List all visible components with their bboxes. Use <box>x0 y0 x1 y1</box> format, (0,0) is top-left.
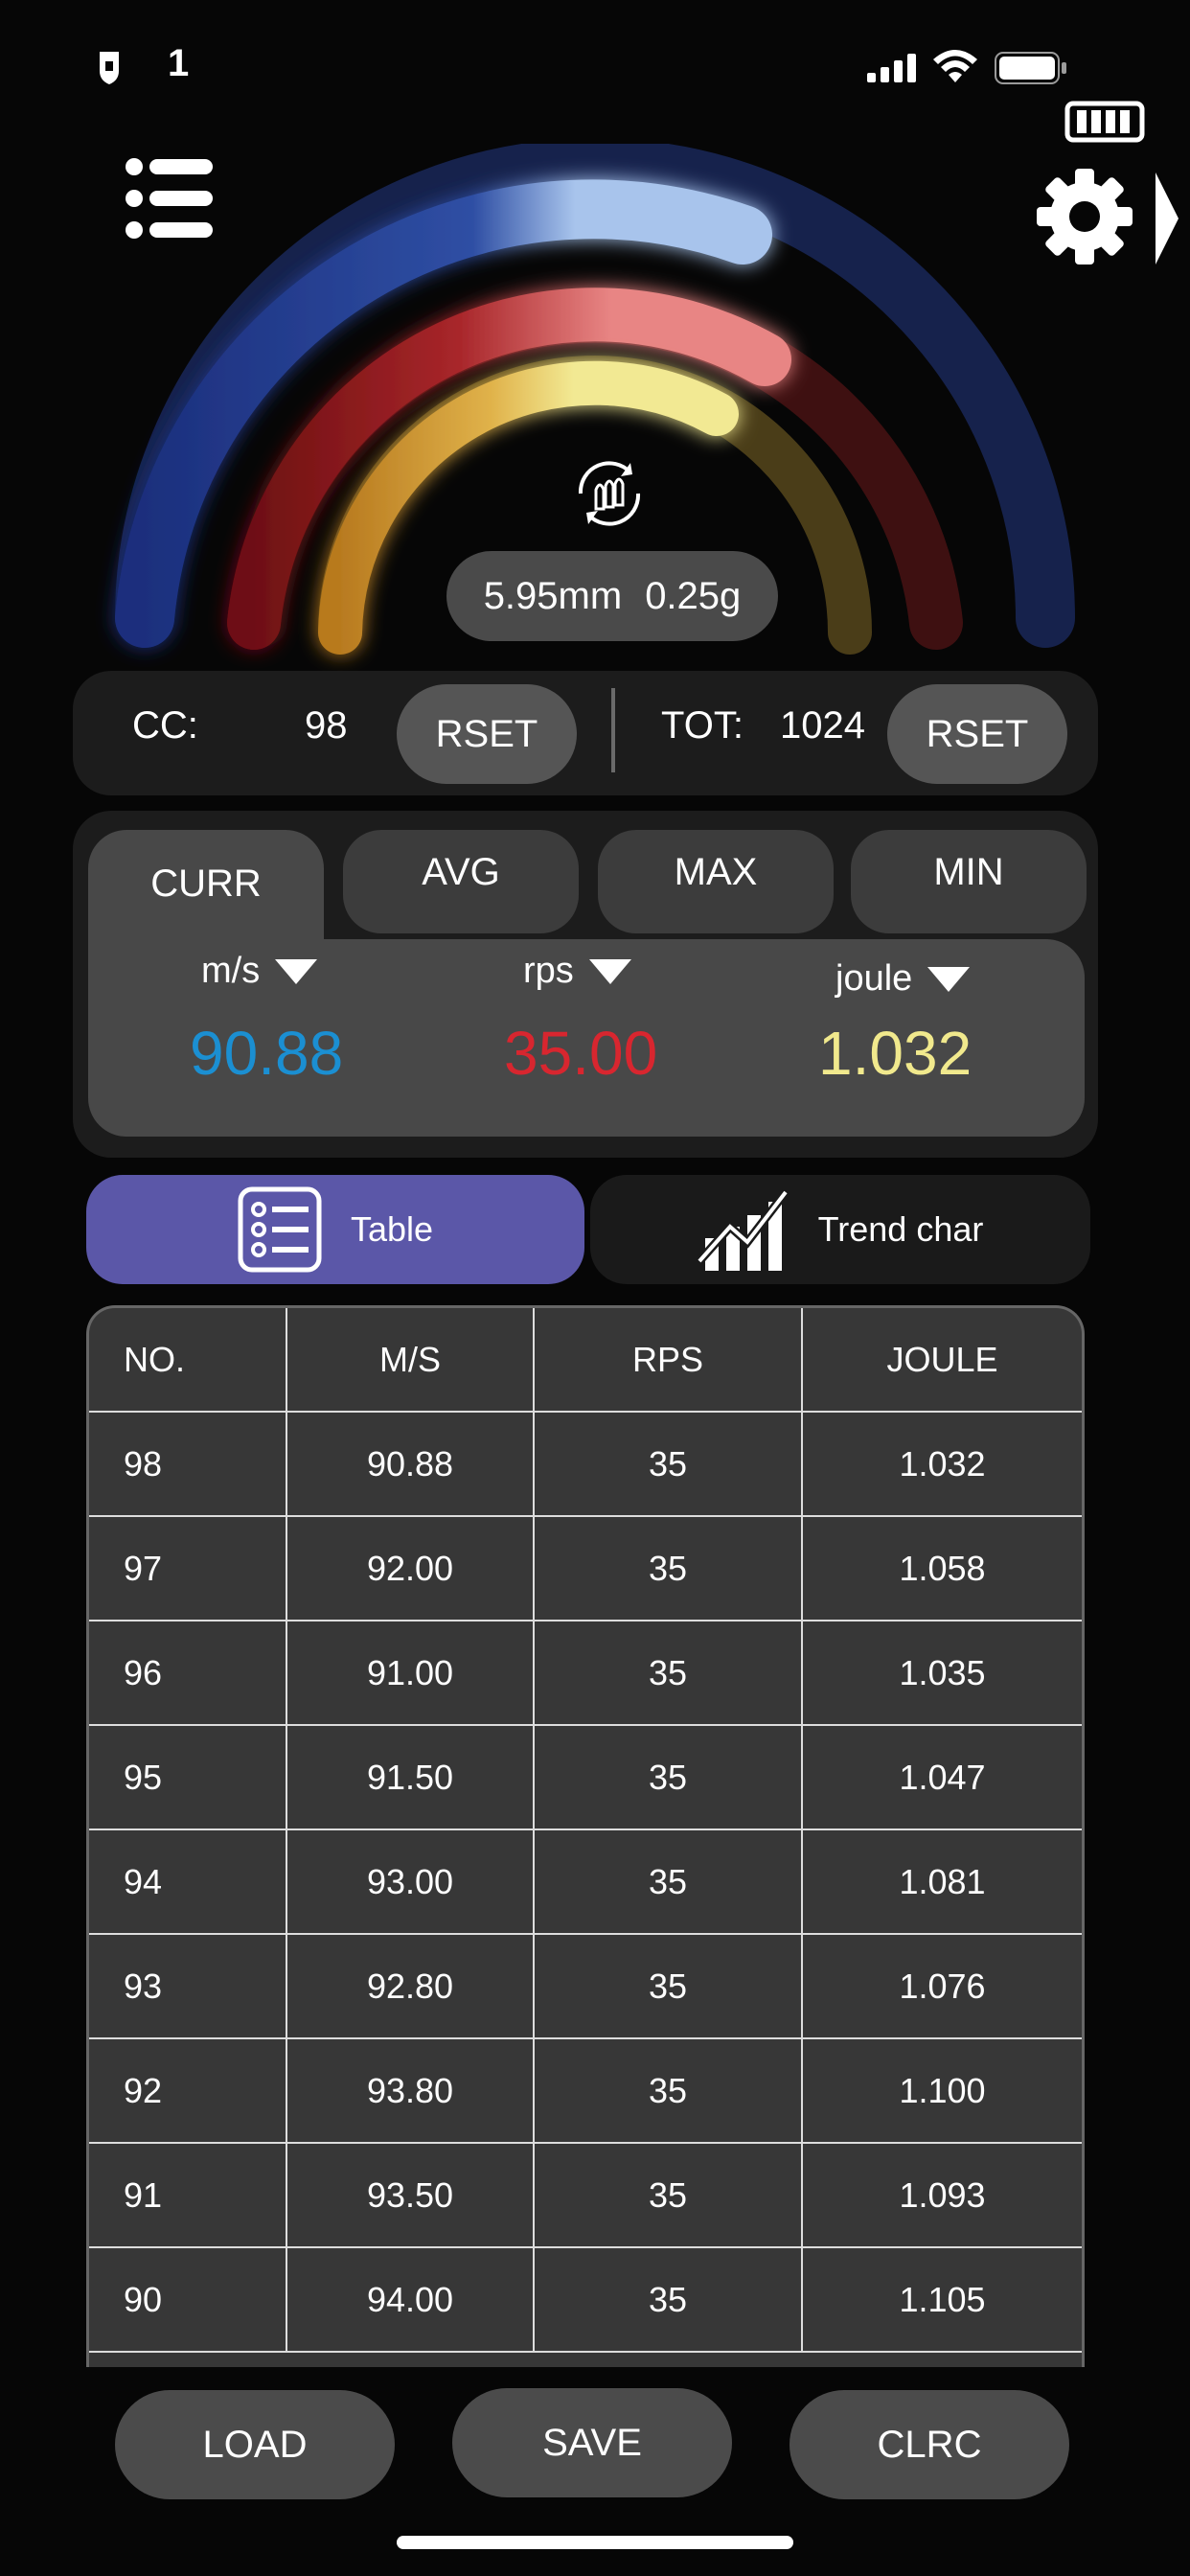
trend-view-button[interactable]: Trend char <box>590 1175 1090 1284</box>
rate-value: 35.00 <box>504 1019 658 1088</box>
table-row[interactable]: 98 90.88 35 1.032 <box>89 1411 1082 1517</box>
table-row[interactable]: 93 92.80 35 1.076 <box>89 1933 1082 2039</box>
caret-down-icon <box>927 966 971 992</box>
unit-energy-label: joule <box>835 958 913 999</box>
caret-down-icon <box>275 958 318 984</box>
cell-speed: 93.80 <box>286 2037 535 2144</box>
cell-rate: 35 <box>533 2246 803 2353</box>
spec-diameter: 5.95mm <box>483 574 623 617</box>
cc-label: CC: <box>132 704 198 747</box>
cell-speed: 91.00 <box>286 1620 535 1726</box>
cell-rate: 35 <box>533 1933 803 2039</box>
cell-energy: 1.093 <box>801 2142 1082 2248</box>
table-header-row: NO. M/S RPS JOULE <box>89 1308 1082 1413</box>
status-bar: 1 <box>0 0 1190 125</box>
cell-energy: 1.100 <box>801 2037 1082 2144</box>
shot-history-table: NO. M/S RPS JOULE 98 90.88 35 1.032 97 92.00… <box>86 1305 1085 2367</box>
trend-view-label: Trend char <box>817 1209 984 1249</box>
table-row[interactable]: 96 91.00 35 1.035 <box>89 1620 1082 1726</box>
tab-min[interactable]: MIN <box>851 830 1087 933</box>
reload-ammo-icon[interactable] <box>571 455 648 532</box>
cell-rate: 35 <box>533 1724 803 1830</box>
cell-rate: 35 <box>533 1620 803 1726</box>
cc-value: 98 <box>305 704 348 747</box>
device-battery-icon <box>1064 101 1145 143</box>
header-speed: M/S <box>286 1308 535 1413</box>
table-row[interactable]: 91 93.50 35 1.093 <box>89 2142 1082 2248</box>
cell-no: 93 <box>89 1933 287 2039</box>
cell-no: 91 <box>89 2142 287 2248</box>
tot-value: 1024 <box>780 704 865 747</box>
cell-no: 98 <box>89 1411 287 1517</box>
cell-speed: 93.00 <box>286 1828 535 1935</box>
cell-rate: 35 <box>533 1515 803 1622</box>
save-button[interactable]: SAVE <box>452 2388 732 2497</box>
energy-value: 1.032 <box>818 1019 973 1088</box>
status-time: 1 <box>168 42 190 84</box>
cell-speed: 93.50 <box>286 2142 535 2248</box>
spec-weight: 0.25g <box>645 574 742 617</box>
cell-energy: 1.032 <box>801 1411 1082 1517</box>
cellular-signal-icon <box>867 54 916 82</box>
battery-icon <box>995 52 1066 84</box>
table-row[interactable]: 97 92.00 35 1.058 <box>89 1515 1082 1622</box>
cc-reset-button[interactable]: RSET <box>397 684 577 784</box>
header-no: NO. <box>89 1308 287 1413</box>
cell-speed: 92.80 <box>286 1933 535 2039</box>
unit-selector-energy[interactable]: joule <box>835 958 971 1000</box>
cell-speed: 90.88 <box>286 1411 535 1517</box>
tab-max[interactable]: MAX <box>598 830 834 933</box>
load-button[interactable]: LOAD <box>115 2390 395 2499</box>
home-indicator <box>397 2536 793 2549</box>
unit-selector-rate[interactable]: rps <box>523 951 631 992</box>
caret-down-icon <box>588 958 631 984</box>
cell-energy: 1.035 <box>801 1620 1082 1726</box>
cell-energy: 1.076 <box>801 1933 1082 2039</box>
cell-no: 92 <box>89 2037 287 2144</box>
counter-divider <box>611 688 615 772</box>
cell-speed: 91.50 <box>286 1724 535 1830</box>
table-row[interactable]: 90 94.00 35 1.105 <box>89 2246 1082 2353</box>
table-row[interactable]: 94 93.00 35 1.081 <box>89 1828 1082 1935</box>
cell-no: 96 <box>89 1620 287 1726</box>
list-icon <box>238 1186 322 1273</box>
tab-avg[interactable]: AVG <box>343 830 579 933</box>
cell-energy: 1.081 <box>801 1828 1082 1935</box>
trend-chart-icon <box>697 1189 790 1271</box>
cell-no: 97 <box>89 1515 287 1622</box>
wifi-icon <box>933 50 977 82</box>
projectile-spec-pill: 5.95mm 0.25g <box>446 551 778 641</box>
header-energy: JOULE <box>801 1308 1082 1413</box>
tot-label: TOT: <box>661 704 744 747</box>
speed-value: 90.88 <box>190 1019 344 1088</box>
cell-speed: 92.00 <box>286 1515 535 1622</box>
cell-speed: 94.00 <box>286 2246 535 2353</box>
cell-rate: 35 <box>533 1411 803 1517</box>
unit-selector-speed[interactable]: m/s <box>201 951 318 992</box>
tot-reset-button[interactable]: RSET <box>887 684 1067 784</box>
cell-rate: 35 <box>533 1828 803 1935</box>
cell-energy: 1.058 <box>801 1515 1082 1622</box>
cell-rate: 35 <box>533 2037 803 2144</box>
unit-speed-label: m/s <box>201 951 261 991</box>
cell-rate: 35 <box>533 2142 803 2248</box>
tab-curr[interactable]: CURR <box>88 830 324 956</box>
table-row[interactable]: 92 93.80 35 1.100 <box>89 2037 1082 2144</box>
unit-rate-label: rps <box>523 951 574 991</box>
cell-no: 95 <box>89 1724 287 1830</box>
table-view-button[interactable]: Table <box>86 1175 584 1284</box>
clear-button[interactable]: CLRC <box>790 2390 1069 2499</box>
header-rate: RPS <box>533 1308 803 1413</box>
table-row[interactable]: 95 91.50 35 1.047 <box>89 1724 1082 1830</box>
cell-no: 90 <box>89 2246 287 2353</box>
status-shield-icon <box>100 52 119 84</box>
table-view-label: Table <box>350 1209 434 1249</box>
cell-energy: 1.047 <box>801 1724 1082 1830</box>
cell-energy: 1.105 <box>801 2246 1082 2353</box>
cell-no: 94 <box>89 1828 287 1935</box>
